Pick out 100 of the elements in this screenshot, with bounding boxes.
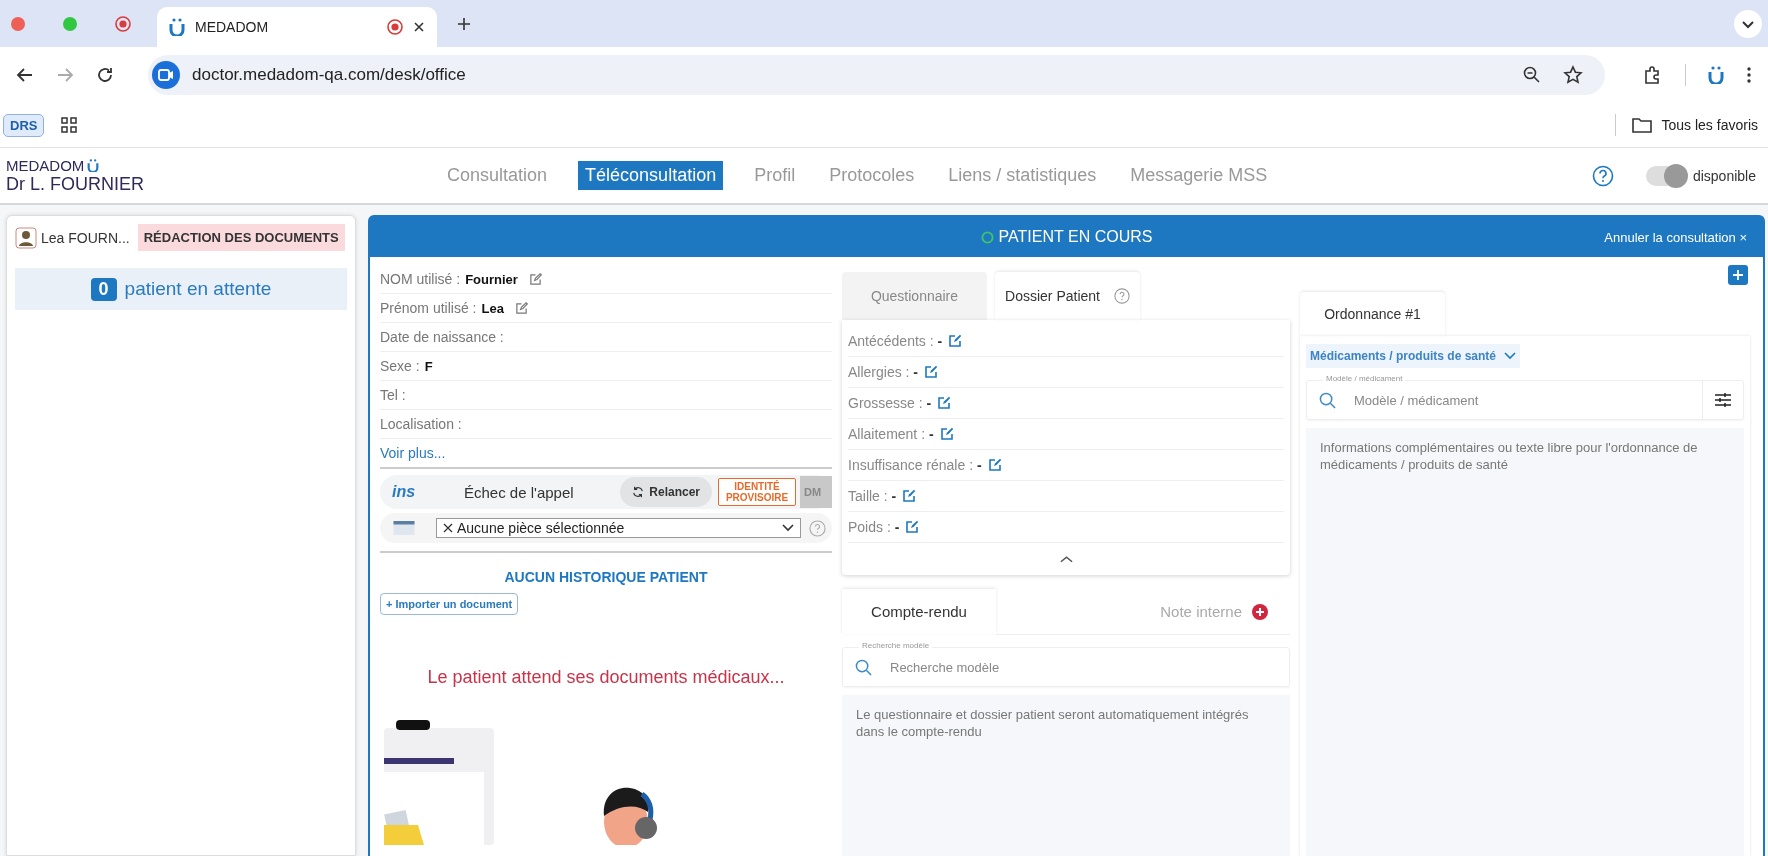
edit-icon[interactable]: [902, 489, 917, 503]
recording-icon: [387, 19, 403, 35]
profile-badge[interactable]: DRS: [3, 113, 45, 137]
nav-tab[interactable]: Messagerie MSS: [1127, 161, 1271, 190]
medication-search-field[interactable]: Modèle / médicament: [1352, 380, 1686, 420]
waiting-message: Le patient attend ses documents médicaux...: [426, 667, 786, 688]
field-label: Date de naissance :: [380, 329, 504, 345]
browser-tab[interactable]: MEDADOM: [157, 7, 437, 47]
back-icon[interactable]: [16, 66, 34, 84]
prescription-notes-field[interactable]: Informations complémentaires ou texte libre pour l'ordonnance de médicaments / produits de santé: [1306, 428, 1744, 856]
tab-title: MEDADOM: [195, 19, 270, 35]
status-badge: RÉDACTION DES DOCUMENTS: [137, 224, 345, 251]
dossier-entry: Allergies : -: [848, 364, 919, 380]
plus-icon: [1733, 270, 1743, 280]
nav-tab[interactable]: Profil: [751, 161, 799, 190]
history-title: AUCUN HISTORIQUE PATIENT: [503, 569, 709, 585]
search-icon: [855, 658, 872, 676]
report-tab[interactable]: Compte-rendu: [842, 589, 996, 634]
ins-logo: ins: [392, 483, 417, 501]
add-icon[interactable]: [1252, 603, 1268, 620]
availability-toggle[interactable]: [1645, 165, 1686, 186]
edit-icon[interactable]: [514, 301, 528, 315]
panel-title: PATIENT EN COURS: [998, 228, 1153, 246]
report-tab[interactable]: Note interne: [996, 589, 1290, 635]
dossier-entry: Taille : -: [848, 488, 897, 504]
camera-icon: [152, 61, 180, 89]
clear-icon[interactable]: [443, 523, 453, 533]
edit-icon[interactable]: [924, 365, 939, 379]
recording-icon: [115, 15, 131, 32]
edit-icon[interactable]: [948, 334, 963, 348]
import-document-button[interactable]: + Importer un document: [380, 593, 519, 615]
chevron-down-icon: [1504, 352, 1517, 360]
field-label: Modèle / médicament: [1323, 374, 1406, 383]
address-bar[interactable]: doctor.medadom-qa.com/desk/office: [148, 55, 1605, 95]
dossier-entry: Insuffisance rénale : -: [848, 457, 982, 473]
app-logo-icon: [169, 18, 185, 36]
field-label: NOM utilisé :: [380, 271, 461, 287]
close-icon[interactable]: [413, 21, 425, 33]
more-icon[interactable]: [1746, 66, 1752, 84]
close-window-icon[interactable]: [11, 16, 25, 31]
bookmark-folder[interactable]: Tous les favoris: [1661, 117, 1758, 133]
url-text: doctor.medadom-qa.com/desk/office: [192, 65, 466, 85]
nav-tab[interactable]: Téléconsultation: [578, 161, 724, 190]
help-icon[interactable]: [1113, 288, 1130, 304]
ins-status: Échec de l'appel: [463, 483, 575, 501]
logo-text: MEDADOM: [6, 156, 85, 174]
patient-name[interactable]: Lea FOURN...: [41, 229, 130, 246]
field-label: Sexe :: [380, 358, 420, 374]
refresh-icon: [632, 486, 645, 498]
apps-grid-icon[interactable]: [60, 116, 79, 134]
new-tab-icon[interactable]: [457, 16, 471, 31]
edit-icon[interactable]: [939, 427, 954, 441]
chevron-up-icon[interactable]: [1059, 555, 1073, 563]
chevron-down-icon[interactable]: [1734, 9, 1762, 38]
availability-label: disponible: [1692, 167, 1756, 184]
report-notes-field[interactable]: Le questionnaire et dossier patient seront automatiquement intégrés dans le compte-rendu: [842, 695, 1290, 856]
waiting-label: patient en attente: [124, 278, 272, 300]
field-label: Tel :: [380, 387, 406, 403]
count-badge: 0: [90, 277, 117, 301]
dossier-tab[interactable]: Questionnaire: [842, 272, 987, 320]
dossier-entry: Poids : -: [848, 519, 900, 535]
nav-tab[interactable]: Protocoles: [826, 161, 918, 190]
id-card-icon: [392, 521, 416, 535]
field-value: Lea: [481, 300, 504, 316]
field-label: Recherche modèle: [859, 641, 933, 650]
template-search-field[interactable]: Recherche modèle: [888, 647, 1289, 687]
field-label: Prénom utilisé :: [380, 300, 477, 316]
reload-icon[interactable]: [96, 66, 114, 84]
edit-icon[interactable]: [937, 396, 952, 410]
nav-tab[interactable]: Liens / statistiques: [945, 161, 1100, 190]
search-icon: [1319, 391, 1336, 409]
edit-icon[interactable]: [528, 272, 542, 286]
field-value: Fournier: [465, 271, 518, 287]
prescription-tab[interactable]: Ordonnance #1: [1300, 292, 1445, 336]
help-icon[interactable]: [1591, 164, 1614, 187]
chevron-down-icon: [782, 524, 794, 532]
star-icon[interactable]: [1563, 65, 1583, 85]
dossier-entry: Antécédents : -: [848, 333, 943, 349]
filter-icon[interactable]: [1715, 393, 1731, 407]
dossier-tab[interactable]: Dossier Patient: [995, 272, 1140, 320]
nav-tab[interactable]: Consultation: [444, 161, 551, 190]
category-dropdown[interactable]: Médicaments / produits de santé: [1306, 344, 1521, 368]
zoom-icon[interactable]: [1523, 66, 1541, 84]
doctor-name: Dr L. FOURNIER: [6, 173, 145, 195]
dossier-entry: Grossesse : -: [848, 395, 932, 411]
field-label: Localisation :: [380, 416, 462, 432]
identity-badge: IDENTITÉ PROVISOIRE: [718, 478, 796, 506]
see-more-link[interactable]: Voir plus...: [380, 439, 832, 469]
retry-button[interactable]: Relancer: [620, 477, 712, 507]
app-logo-icon: [87, 158, 100, 172]
add-prescription-button[interactable]: [1728, 265, 1748, 285]
app-logo-icon[interactable]: [1708, 66, 1724, 84]
edit-icon[interactable]: [905, 520, 920, 534]
dossier-entry: Allaitement : -: [848, 426, 934, 442]
user-icon: [15, 226, 37, 249]
folder-icon: [1631, 117, 1652, 133]
document-select[interactable]: Aucune pièce sélectionnée: [436, 518, 801, 538]
cancel-link[interactable]: Annuler la consultation ×: [1604, 229, 1747, 245]
field-value: F: [424, 358, 433, 374]
edit-icon[interactable]: [987, 458, 1002, 472]
